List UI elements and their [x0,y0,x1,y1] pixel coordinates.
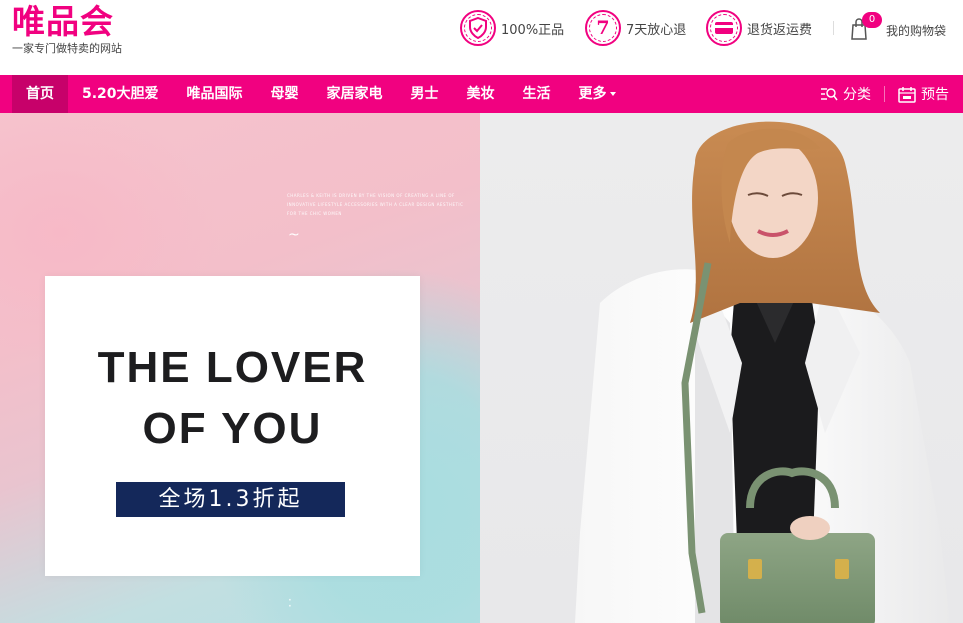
banner-headline-line1: THE LOVER [97,343,368,392]
nav-items: 首页 5.20大胆爱 唯品国际 母婴 家居家电 男士 美妆 生活 更多 [12,75,630,113]
banner-right-panel [480,113,963,623]
shopping-bag[interactable]: 0 我的购物袋 [850,12,960,46]
hero-banner[interactable]: CHARLES & KEITH IS DRIVEN BY THE VISION … [0,113,963,623]
calendar-icon [898,86,916,103]
logo-title: 唯品会 [12,2,114,41]
banner-tilde-ornament: ~ [288,227,300,243]
preview-label: 预告 [921,87,949,103]
nav-tools: 分类 预告 [820,75,949,113]
site-header: 唯品会 一家专门做特卖的网站 100%正品 7 7天放心退 退货返运费 0 我的… [0,0,963,75]
banner-left-panel: CHARLES & KEITH IS DRIVEN BY THE VISION … [0,113,480,623]
model-photo [575,121,950,623]
card-icon [706,10,742,46]
site-logo[interactable]: 唯品会 一家专门做特卖的网站 [10,2,135,58]
nav-item-life[interactable]: 生活 [509,75,565,113]
category-label: 分类 [843,87,871,103]
chevron-down-icon [609,92,616,96]
nav-more-label: 更多 [578,86,607,102]
main-nav: 首页 5.20大胆爱 唯品国际 母婴 家居家电 男士 美妆 生活 更多 分类 预… [0,75,963,113]
preview-button[interactable]: 预告 [898,84,949,104]
banner-dots-ornament: · · [288,593,292,613]
nav-item-men[interactable]: 男士 [397,75,453,113]
nav-item-more[interactable]: 更多 [565,75,630,113]
nav-item-beauty[interactable]: 美妆 [453,75,509,113]
category-search-icon [821,88,838,101]
seven-day-icon: 7 [585,10,621,46]
promise-label: 7天放心退 [626,22,687,38]
nav-item-home-appliances[interactable]: 家居家电 [313,75,397,113]
banner-headline-line2: OF YOU [142,404,323,453]
banner-text-card: THE LOVER OF YOU 全场1.3折起 [45,276,420,576]
nav-item-home[interactable]: 首页 [12,75,68,113]
nav-item-520[interactable]: 5.20大胆爱 [68,75,173,113]
banner-small-copy: CHARLES & KEITH IS DRIVEN BY THE VISION … [287,193,464,216]
promise-return[interactable]: 7 7天放心退 [585,8,686,48]
sale-tag: 全场1.3折起 [116,482,345,517]
nav-item-baby[interactable]: 母婴 [257,75,313,113]
shield-check-icon [460,10,496,46]
nav-item-international[interactable]: 唯品国际 [173,75,257,113]
promise-label: 100%正品 [501,22,565,38]
cart-label: 我的购物袋 [886,24,947,38]
cart-count-badge: 0 [862,12,882,28]
header-divider [833,21,834,35]
promise-authentic[interactable]: 100%正品 [460,8,564,48]
seven-badge-number: 7 [596,17,610,39]
category-button[interactable]: 分类 [820,84,871,104]
promise-freight[interactable]: 退货返运费 [706,8,812,48]
nav-divider [884,86,885,102]
promise-label: 退货返运费 [747,22,813,38]
logo-tagline: 一家专门做特卖的网站 [12,42,122,55]
